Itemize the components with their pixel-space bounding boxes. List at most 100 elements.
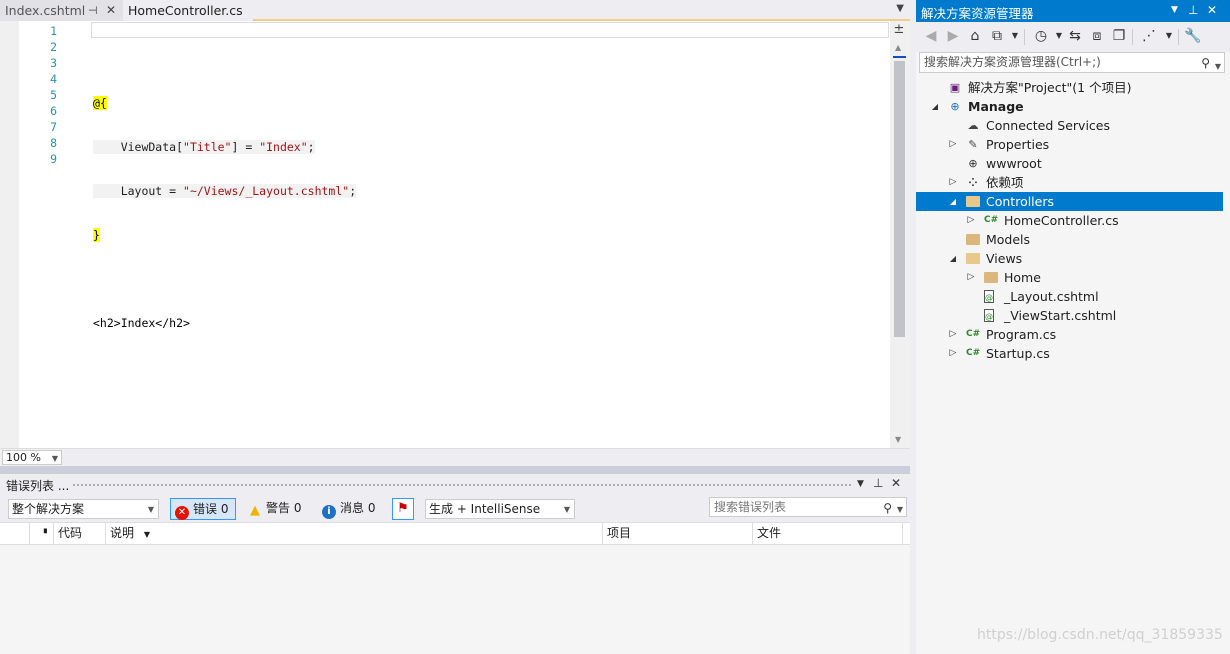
razor-block-close: } — [93, 228, 100, 242]
warning-icon: ▲ — [250, 503, 260, 518]
tree-node[interactable]: ▷ ⁘ 依赖项 — [916, 173, 1223, 192]
code-text[interactable]: @{ ViewData["Title"] = "Index"; Layout =… — [93, 23, 357, 447]
tree-node[interactable]: Models — [916, 230, 1223, 249]
tree-node[interactable]: ▷ ✎ Properties — [916, 135, 1223, 154]
tree-node[interactable]: ☁ Connected Services — [916, 116, 1223, 135]
toolbar-separator — [1178, 29, 1179, 45]
build-source-select[interactable]: 生成 + IntelliSense ▼ — [425, 499, 575, 519]
build-filter-icon[interactable]: ⚑ — [392, 498, 414, 520]
drag-grip[interactable] — [72, 483, 852, 487]
tree-node[interactable]: ◢ Controllers — [916, 192, 1223, 211]
tab-homecontroller-cs[interactable]: HomeController.cs — [123, 0, 253, 21]
collapsed-arrow-icon[interactable]: ▷ — [965, 211, 977, 230]
tree-node-label: Controllers — [986, 194, 1054, 209]
horizontal-scrollbar[interactable] — [62, 449, 910, 467]
code-line: <h2>Index</h2> — [93, 315, 356, 331]
scroll-up-icon[interactable]: ▲ — [895, 43, 901, 52]
column-code[interactable]: 代码 — [54, 523, 106, 544]
line-number: 7 — [50, 120, 57, 134]
tree-node-label: Startup.cs — [986, 346, 1050, 361]
tree-node[interactable]: ▷ Home — [916, 268, 1223, 287]
tree-node[interactable]: @ _Layout.cshtml — [916, 287, 1223, 306]
vertical-scrollbar[interactable]: ± ▲ ▼ — [890, 21, 910, 448]
tree-node[interactable]: @ _ViewStart.cshtml — [916, 306, 1223, 325]
search-icon: ⚲ — [883, 501, 892, 515]
zoom-select[interactable]: 100 % ▼ — [2, 450, 62, 465]
pin-icon[interactable]: ⊥ — [873, 476, 883, 490]
scroll-down-icon[interactable]: ▼ — [895, 435, 901, 444]
expanded-arrow-icon[interactable]: ◢ — [929, 97, 941, 116]
home-icon[interactable]: ⌂ — [966, 28, 984, 44]
scope-select[interactable]: 整个解决方案 ▼ — [8, 499, 159, 519]
window-menu-icon[interactable]: ▼ — [857, 479, 864, 489]
expanded-arrow-icon[interactable]: ◢ — [947, 192, 959, 211]
collapse-all-icon[interactable]: ⧈ — [1088, 28, 1106, 44]
info-icon: i — [322, 505, 336, 519]
tree-node-label: Home — [1004, 270, 1041, 285]
messages-filter-button[interactable]: i 消息 0 — [318, 498, 384, 520]
switch-views-icon[interactable]: ⧉ — [988, 28, 1006, 44]
tree-node[interactable]: ◢ Views — [916, 249, 1223, 268]
expanded-arrow-icon[interactable]: ◢ — [947, 249, 959, 268]
tree-node[interactable]: ◢ ⊕ Manage — [916, 97, 1223, 116]
code-editor[interactable]: 1 2 3 4 5 6 7 8 9 @{ ViewData["Title"] = "Index"… — [0, 21, 910, 448]
column-file[interactable]: 文件 — [753, 523, 903, 544]
line-numbers: 1 2 3 4 5 6 7 8 9 — [19, 23, 57, 167]
close-icon[interactable]: ✕ — [891, 476, 901, 490]
error-list-title-bar: 错误列表 ... ▼ ⊥ ✕ — [0, 474, 910, 494]
toolbar-separator — [1132, 29, 1133, 45]
preview-icon[interactable]: ⋰ — [1140, 28, 1158, 44]
solution-explorer-search-input[interactable]: 搜索解决方案资源管理器(Ctrl+;) ⚲ ▼ — [919, 52, 1225, 73]
split-window-icon[interactable]: ± — [892, 23, 906, 37]
error-list-search-input[interactable]: 搜索错误列表 ⚲ ▼ — [709, 497, 907, 517]
errors-filter-button[interactable]: ✕ 错误 0 — [170, 498, 236, 520]
column-description[interactable]: 说明 ▼ — [106, 523, 603, 544]
tree-node-label: Manage — [968, 99, 1024, 114]
pin-icon[interactable]: ⊣ — [88, 0, 98, 21]
pending-changes-filter-icon[interactable]: ◷ — [1032, 28, 1050, 44]
line-number: 1 — [50, 24, 57, 38]
error-list-body — [0, 545, 910, 654]
error-icon: ✕ — [175, 506, 189, 520]
collapsed-arrow-icon[interactable]: ▷ — [947, 135, 959, 154]
solution-icon: ▣ — [949, 81, 961, 94]
collapsed-arrow-icon[interactable]: ▷ — [947, 344, 959, 363]
warnings-filter-button[interactable]: ▲ 警告 0 — [244, 498, 310, 520]
properties-wrench-icon[interactable]: 🔧 — [1184, 28, 1202, 44]
column-severity[interactable]: ▘ — [30, 523, 54, 544]
tree-node-label: Views — [986, 251, 1023, 266]
folder-open-icon — [966, 253, 980, 264]
chevron-down-icon: ▼ — [147, 505, 154, 514]
error-list-toolbar: 整个解决方案 ▼ ✕ 错误 0 ▲ 警告 0 i 消息 0 ⚑ 生成 + Intell… — [0, 494, 910, 522]
chevron-down-icon[interactable]: ▼ — [1006, 31, 1024, 40]
tree-node[interactable]: ⊕ wwwroot — [916, 154, 1223, 173]
window-menu-icon[interactable]: ▼ — [1171, 5, 1178, 15]
close-icon[interactable]: ✕ — [106, 0, 116, 21]
back-icon[interactable]: ◀ — [922, 28, 940, 44]
column-icon[interactable] — [0, 523, 30, 544]
tree-node[interactable]: ▷ C# HomeController.cs — [916, 211, 1223, 230]
show-all-files-icon[interactable]: ❐ — [1110, 28, 1128, 44]
chevron-down-icon[interactable]: ▼ — [1160, 31, 1178, 40]
close-icon[interactable]: ✕ — [1207, 3, 1217, 17]
dependencies-icon: ⁘ — [968, 176, 978, 189]
tree-node[interactable]: ▷ C# Startup.cs — [916, 344, 1223, 363]
collapsed-arrow-icon[interactable]: ▷ — [947, 173, 959, 192]
forward-icon[interactable]: ▶ — [944, 28, 962, 44]
pin-icon[interactable]: ⊥ — [1188, 3, 1198, 17]
collapsed-arrow-icon[interactable]: ▷ — [965, 268, 977, 287]
collapsed-arrow-icon[interactable]: ▷ — [947, 325, 959, 344]
column-project[interactable]: 项目 — [603, 523, 753, 544]
sync-icon[interactable]: ⇆ — [1066, 28, 1084, 44]
tree-node[interactable]: ▷ C# Program.cs — [916, 325, 1223, 344]
watermark: https://blog.csdn.net/qq_31859335 — [977, 627, 1223, 643]
tab-index-cshtml[interactable]: Index.cshtml ⊣ ✕ — [0, 0, 123, 21]
scrollbar-thumb[interactable] — [894, 61, 905, 337]
line-number: 2 — [50, 40, 57, 54]
csharp-file-icon: C# — [966, 329, 981, 339]
tab-overflow-dropdown-icon[interactable]: ▼ — [896, 3, 904, 14]
panel-splitter[interactable] — [0, 466, 910, 474]
tree-node[interactable]: ▣ 解决方案"Project"(1 个项目) — [916, 78, 1223, 97]
